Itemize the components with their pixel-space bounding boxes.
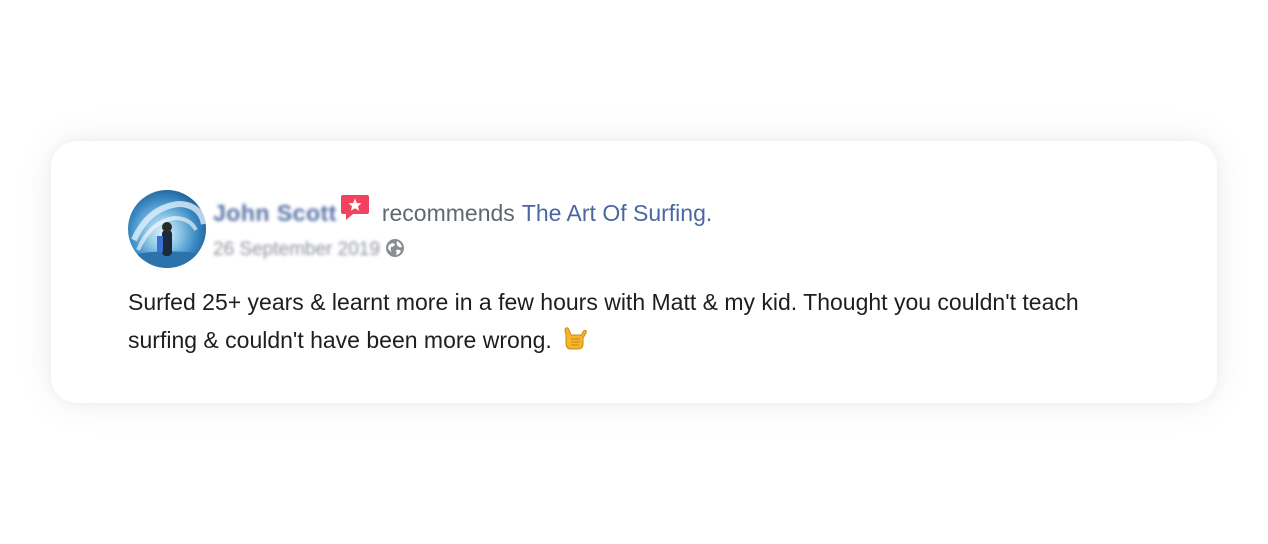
review-text: Surfed 25+ years & learnt more in a few … [128, 283, 1128, 363]
author-name[interactable]: John Scott [213, 200, 337, 227]
post-header: John Scott recommends The Art Of Surfing… [213, 195, 712, 231]
call-me-hand-icon [560, 324, 588, 363]
avatar[interactable] [128, 190, 206, 268]
recommends-text: recommends [381, 199, 515, 226]
page-link[interactable]: The Art Of Surfing. [522, 200, 712, 227]
globe-icon [385, 238, 405, 264]
recommend-star-icon [340, 192, 370, 228]
post-meta: 26 September 2019 [213, 237, 405, 263]
review-body: Surfed 25+ years & learnt more in a few … [128, 289, 1079, 353]
review-card: John Scott recommends The Art Of Surfing… [51, 141, 1217, 403]
post-date[interactable]: 26 September 2019 [213, 239, 380, 261]
